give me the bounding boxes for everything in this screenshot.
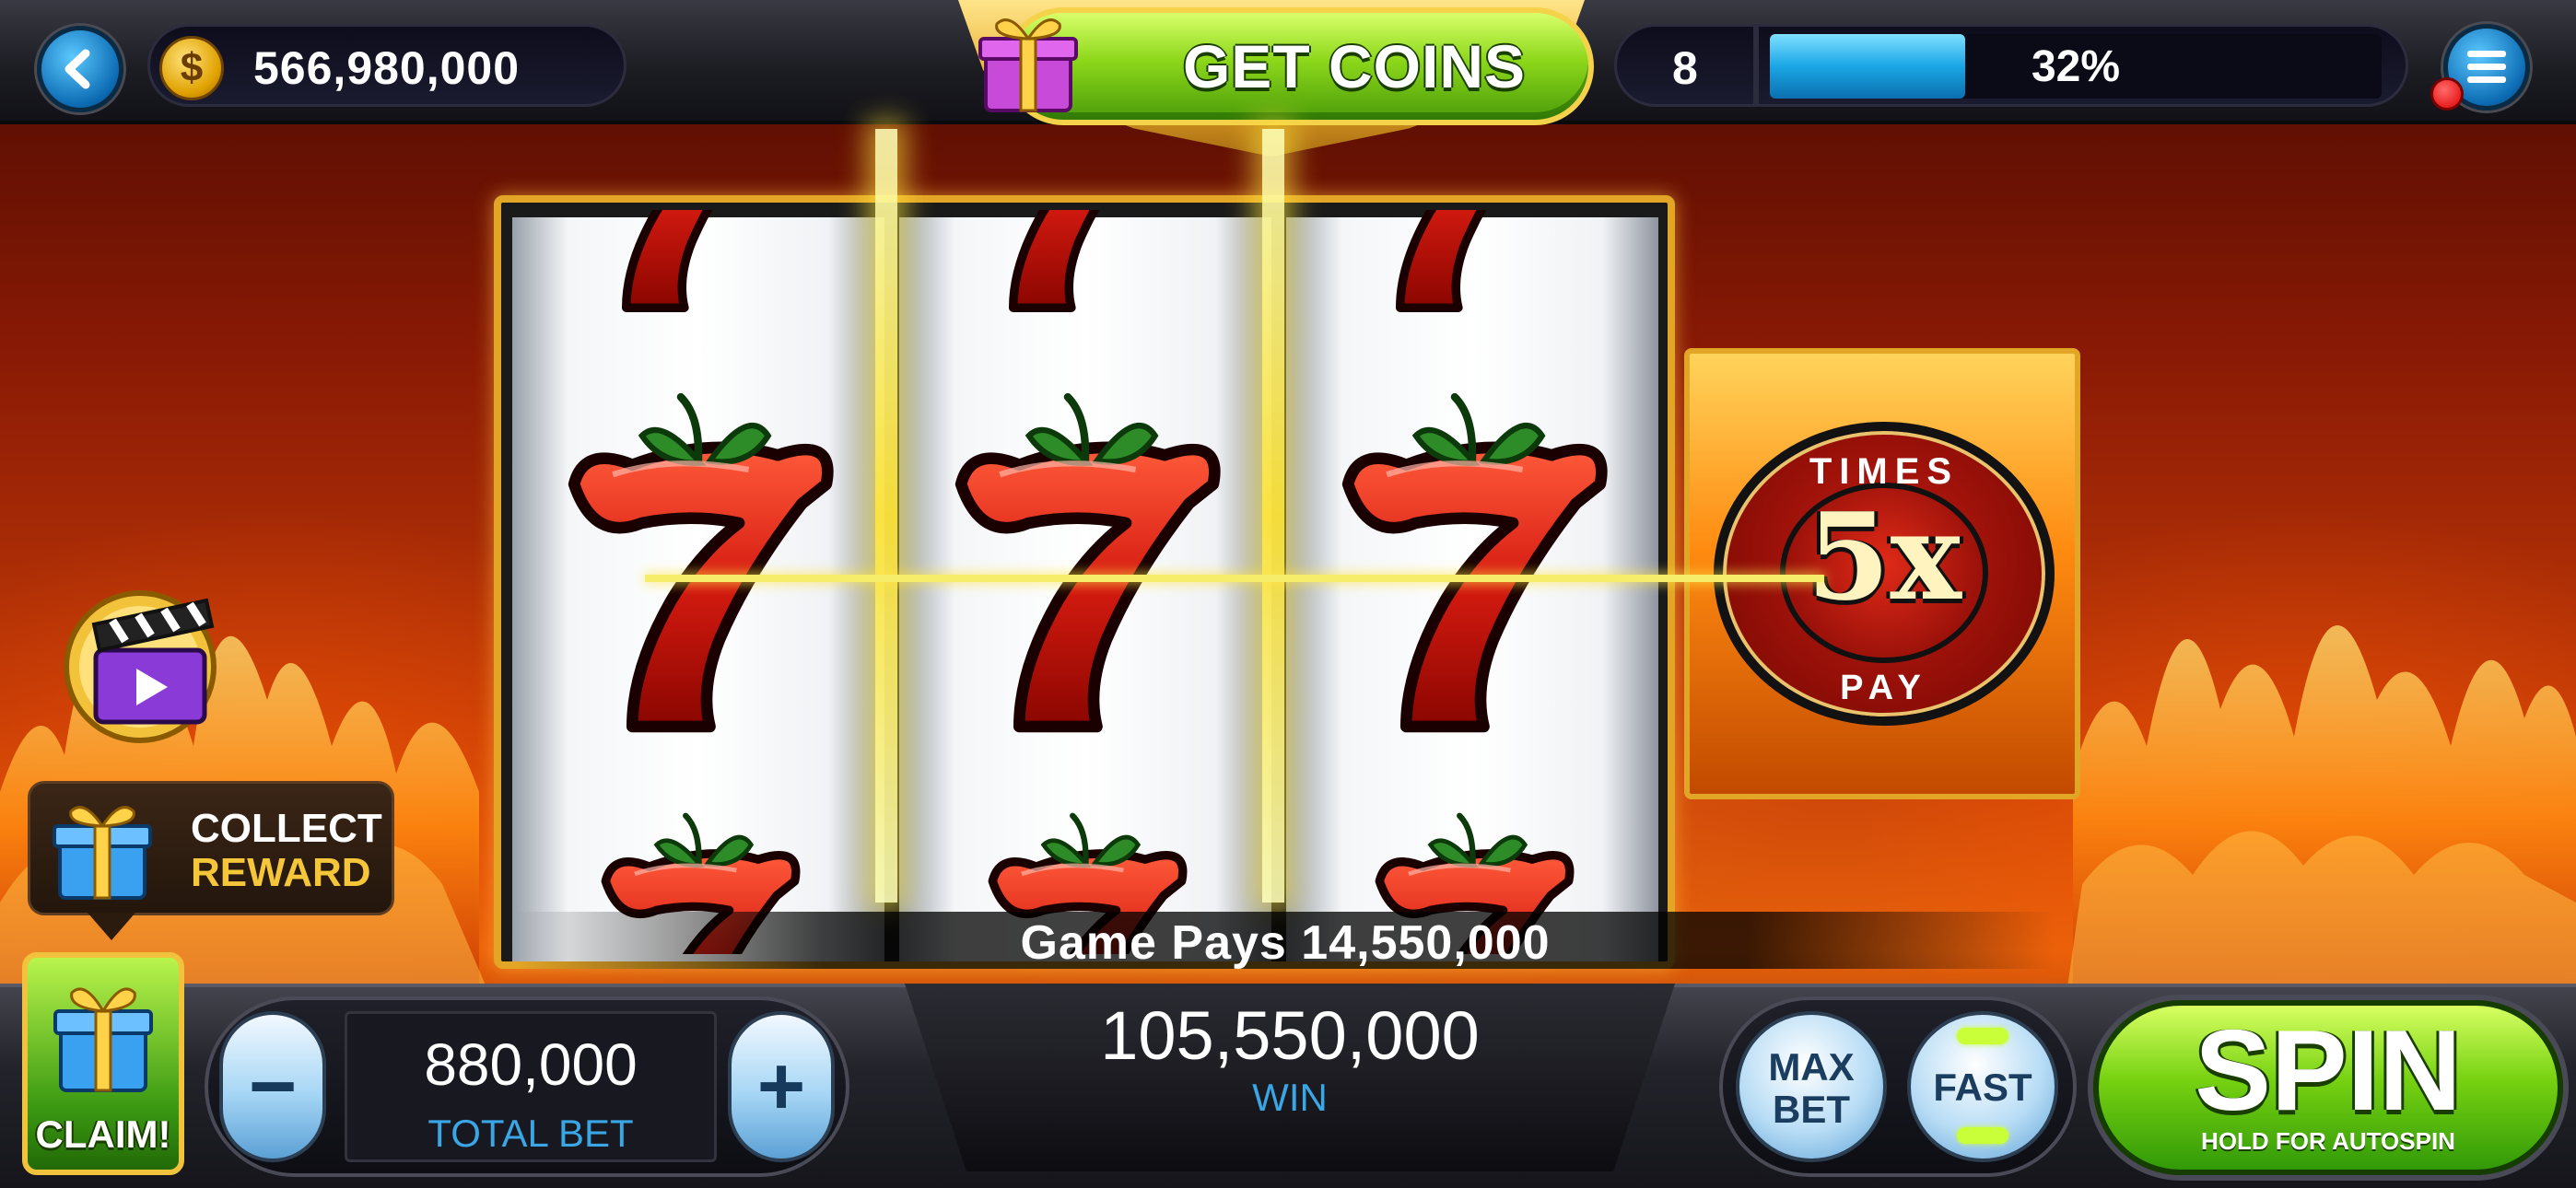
- reel-1: [512, 217, 884, 961]
- decrease-bet-button[interactable]: −: [219, 1011, 326, 1162]
- fast-label: FAST: [1933, 1066, 2032, 1109]
- total-bet-panel: − 880,000 TOTAL BET +: [205, 996, 849, 1177]
- back-button[interactable]: [37, 26, 123, 112]
- multiplier-reel: TIMES 5x PAY: [1684, 348, 2080, 799]
- clapperboard-video-icon[interactable]: [57, 582, 236, 744]
- claim-label: CLAIM!: [35, 1112, 171, 1156]
- reel-divider-glow: [1262, 129, 1284, 903]
- win-banner-text: Game Pays 14,550,000: [1020, 916, 1551, 970]
- gift-box-icon: [53, 806, 152, 900]
- multiplier-bottom-text: PAY: [1840, 669, 1928, 707]
- coin-balance-panel: $ 566,980,000: [147, 24, 626, 107]
- player-level: 8: [1672, 42, 1698, 94]
- back-arrow-icon: [64, 49, 90, 89]
- win-amount: 105,550,000: [1100, 997, 1480, 1074]
- notification-dot: [2430, 77, 2464, 111]
- multiplier-value: 5x: [1807, 486, 1961, 627]
- reel-machine: [494, 195, 1675, 969]
- total-bet-display: 880,000 TOTAL BET: [345, 1011, 717, 1162]
- spin-label: SPIN: [2195, 1007, 2462, 1135]
- hamburger-menu-icon: [2467, 51, 2506, 83]
- win-banner: Game Pays 14,550,000: [516, 912, 2055, 970]
- increase-bet-button[interactable]: +: [728, 1011, 835, 1162]
- collect-reward-card[interactable]: COLLECT REWARD: [28, 781, 394, 940]
- level-divider: [1753, 27, 1759, 104]
- max-bet-label-2: BET: [1773, 1088, 1850, 1131]
- fast-indicator-bottom: [1957, 1127, 2008, 1144]
- win-panel: 105,550,000 WIN: [905, 984, 1675, 1171]
- reward-line-2: REWARD: [191, 850, 371, 895]
- reel-3: [1286, 217, 1658, 961]
- claim-button[interactable]: CLAIM!: [22, 952, 184, 1175]
- winning-payline: [645, 575, 1824, 582]
- fast-indicator-top: [1957, 1028, 2008, 1044]
- coin-balance: 566,980,000: [253, 42, 521, 94]
- multiplier-medal: TIMES 5x PAY: [1714, 422, 2055, 726]
- reward-line-1: COLLECT: [191, 806, 382, 851]
- gift-icon: [978, 18, 1078, 112]
- gift-box-icon: [53, 987, 153, 1092]
- dollar-coin-icon: $: [159, 36, 224, 100]
- total-bet-label: TOTAL BET: [427, 1112, 634, 1155]
- xp-progress-bar: 32%: [1770, 34, 2382, 99]
- total-bet-value: 880,000: [424, 1031, 638, 1098]
- xp-progress-label: 32%: [2031, 42, 2121, 91]
- win-label: WIN: [1252, 1076, 1328, 1119]
- reel-divider-glow: [875, 129, 897, 903]
- bet-speed-panel: MAX BET FAST: [1719, 996, 2077, 1177]
- spin-button[interactable]: SPIN HOLD FOR AUTOSPIN: [2093, 1000, 2563, 1175]
- autospin-hint: HOLD FOR AUTOSPIN: [2201, 1127, 2455, 1155]
- max-bet-label-1: MAX: [1768, 1045, 1855, 1089]
- level-panel: 8 32%: [1614, 24, 2408, 107]
- get-coins-label: GET COINS: [1182, 32, 1527, 100]
- get-coins-button[interactable]: GET COINS: [1004, 7, 1594, 125]
- reel-2: [899, 217, 1271, 961]
- fast-spin-button[interactable]: FAST: [1907, 1011, 2058, 1162]
- max-bet-button[interactable]: MAX BET: [1736, 1011, 1887, 1162]
